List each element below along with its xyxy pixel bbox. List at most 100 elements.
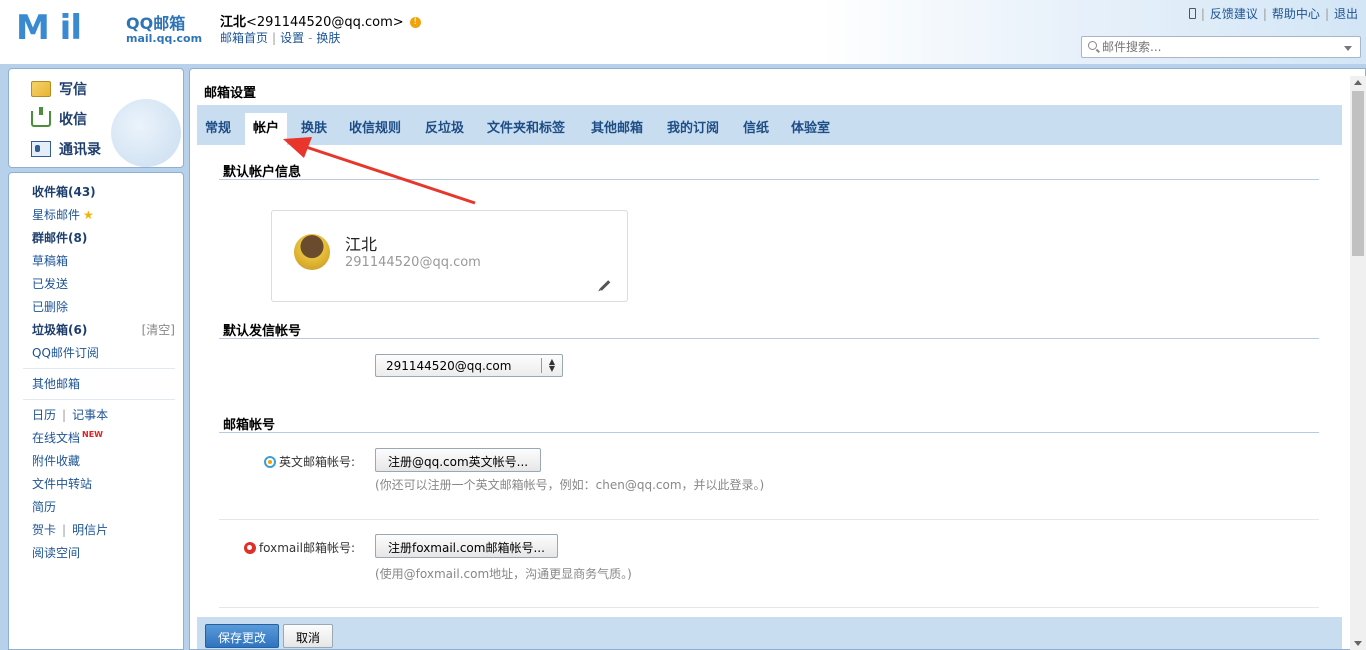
link-notes[interactable]: 记事本 [72,408,108,422]
folder-sent[interactable]: 已发送 [32,275,68,292]
link-resume[interactable]: 简历 [32,498,56,515]
receive-button[interactable]: 收信 [31,107,87,129]
row-divider [219,519,1319,520]
section-divider [219,432,1319,433]
default-sender-value: 291144520@qq.com [386,359,512,373]
folder-subscribe[interactable]: QQ邮件订阅 [32,344,99,361]
link-file-transfer[interactable]: 文件中转站 [32,475,92,492]
mail-search-box[interactable] [1081,36,1361,58]
tab-account[interactable]: 帐户 [245,113,288,145]
link-online-docs[interactable]: 在线文档 NEW [32,429,103,446]
link-feedback[interactable]: 反馈建议 [1210,7,1258,21]
account-email: 291144520@qq.com [345,255,481,270]
settings-panel: 邮箱设置 常规 帐户 换肤 收信规则 反垃圾 文件夹和标签 其他邮箱 我的订阅 … [189,68,1366,650]
tab-other-mailbox[interactable]: 其他邮箱 [591,117,643,145]
chevron-down-icon[interactable] [1344,46,1352,51]
new-badge: NEW [82,430,103,439]
section-default-sender: 默认发信帐号 [223,324,302,339]
folder-starred-label: 星标邮件 [32,208,81,222]
warning-icon[interactable]: ! [409,17,421,28]
row-divider [219,607,1319,608]
link-postcards[interactable]: 明信片 [72,523,108,537]
settings-footer: 保存更改 取消 [197,617,1342,649]
user-name: 江北 [220,15,247,30]
section-mail-accounts: 邮箱帐号 [223,418,276,433]
cancel-button[interactable]: 取消 [283,624,334,648]
pencil-icon [31,81,51,97]
page-scrollbar[interactable] [1350,76,1366,650]
tab-stationery[interactable]: 信纸 [743,117,769,145]
receive-label: 收信 [59,112,87,128]
tab-general[interactable]: 常规 [205,117,231,145]
folder-inbox[interactable]: 收件箱(43) [32,183,96,200]
english-account-label: 英文邮箱帐号: [255,453,355,470]
scroll-thumb[interactable] [1352,91,1364,256]
link-attachments[interactable]: 附件收藏 [32,452,80,469]
section-default-account: 默认帐户信息 [223,165,302,180]
register-english-account-button[interactable]: 注册@qq.com英文帐号... [375,448,542,472]
link-reading-space[interactable]: 阅读空间 [32,544,80,561]
compose-button[interactable]: 写信 [31,79,87,99]
top-header: M ⁠il QQ邮箱 mail.qq.com 江北<291144520@qq.c… [0,0,1366,64]
folder-other-mail[interactable]: 其他邮箱 [32,375,80,392]
edit-pencil-icon[interactable] [599,280,611,291]
spam-clear-link[interactable]: [清空] [142,321,175,338]
save-changes-button[interactable]: 保存更改 [205,624,280,648]
foxmail-account-label: foxmail邮箱帐号: [227,539,355,556]
search-input[interactable] [1102,39,1332,55]
account-name: 江北 [345,235,378,254]
divider [23,368,175,369]
section-divider [219,179,1319,180]
folder-group[interactable]: 群邮件(8) [32,229,87,246]
tab-antispam[interactable]: 反垃圾 [425,117,464,145]
link-skin[interactable]: 换肤 [316,31,340,45]
register-foxmail-account-button[interactable]: 注册foxmail.com邮箱帐号... [375,534,558,558]
page-title: 邮箱设置 [204,86,257,101]
link-calendar[interactable]: 日历 [32,408,56,422]
english-account-icon [263,456,276,468]
link-mail-home[interactable]: 邮箱首页 [220,31,268,45]
avatar[interactable] [294,234,330,270]
logo-qq-text: QQ邮箱 [126,14,186,33]
folder-drafts[interactable]: 草稿箱 [32,252,68,269]
qq-mail-logo[interactable]: M ⁠il QQ邮箱 mail.qq.com [16,8,202,48]
link-greeting-cards[interactable]: 贺卡 [32,523,56,537]
tools-calendar-notes: 日历 | 记事本 [32,408,109,422]
scroll-up-arrow-icon[interactable] [1354,80,1362,85]
tab-subscriptions[interactable]: 我的订阅 [667,117,719,145]
foxmail-account-hint: (使用@foxmail.com地址，沟通更显商务气质。) [375,567,632,581]
select-updown-icon: ▲ ▼ [548,357,555,373]
top-links: | 反馈建议 | 帮助中心 | 退出 [1188,5,1358,22]
tab-lab[interactable]: 体验室 [791,117,830,145]
user-identity: 江北<291144520@qq.com>! [220,11,421,30]
tab-skin[interactable]: 换肤 [301,117,327,145]
link-help[interactable]: 帮助中心 [1272,7,1320,21]
default-sender-select[interactable]: 291144520@qq.com ▲ ▼ [375,354,563,377]
contact-card-icon [31,141,51,157]
phone-icon[interactable] [1188,8,1196,19]
contacts-label: 通讯录 [59,142,101,158]
divider [23,399,175,400]
contacts-button[interactable]: 通讯录 [31,139,101,159]
online-docs-label: 在线文档 [32,431,81,445]
star-icon: ★ [83,208,94,222]
settings-content: 默认帐户信息 江北 291144520@qq.com 默认发信帐号 291144… [197,145,1342,617]
folder-starred[interactable]: 星标邮件 ★ [32,206,94,223]
search-icon [1088,41,1097,50]
link-settings[interactable]: 设置 [280,31,304,45]
tab-rules[interactable]: 收信规则 [349,117,401,145]
section-divider [219,338,1319,339]
scroll-down-arrow-icon[interactable] [1354,641,1362,646]
tools-cards: 贺卡 | 明信片 [32,523,109,537]
compose-panel: 写信 收信 通讯录 [8,68,184,168]
user-links: 邮箱首页 | 设置 - 换肤 [220,31,341,45]
link-logout[interactable]: 退出 [1334,7,1358,21]
folder-deleted[interactable]: 已删除 [32,298,68,315]
account-card: 江北 291144520@qq.com [271,210,628,302]
inbox-download-icon [31,107,51,127]
tab-folders-labels[interactable]: 文件夹和标签 [487,117,565,145]
penguin-decoration [111,99,181,167]
english-account-hint: (你还可以注册一个英文邮箱帐号，例如：chen@qq.com，并以此登录。) [375,478,765,492]
folder-spam[interactable]: 垃圾箱(6) [32,321,87,338]
logo-mail-mark: M ⁠il [16,8,82,48]
